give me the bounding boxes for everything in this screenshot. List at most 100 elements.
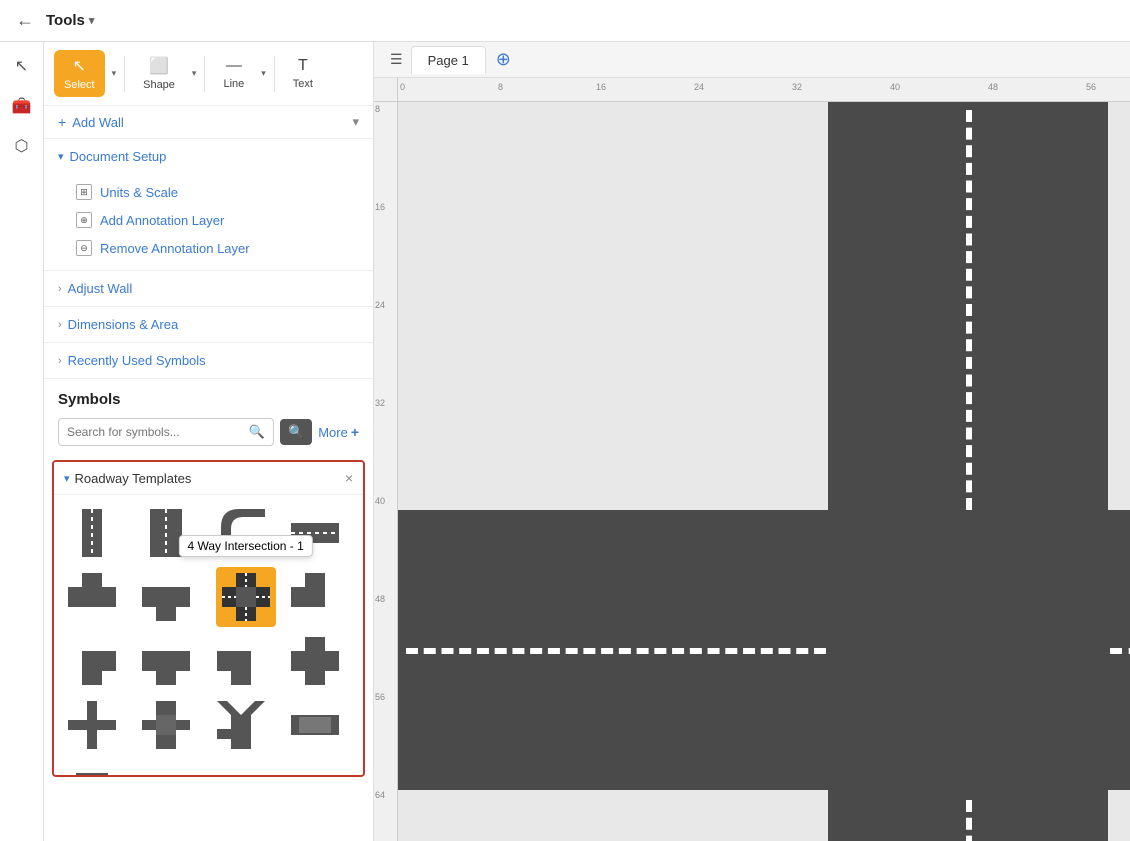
units-scale-icon: ⊞ [76, 184, 92, 200]
roadway-header: ▾ Roadway Templates × [54, 462, 363, 495]
roadway-item-t-top-right[interactable] [211, 631, 271, 691]
roadway-item-intersection-wrap: 4 Way Intersection - 1 [211, 567, 281, 627]
line-icon: — [226, 57, 242, 75]
select-caret: ▾ [112, 68, 117, 79]
ruler-corner [374, 78, 398, 102]
shape-label: Shape [143, 79, 175, 91]
roadway-item-diagonal[interactable] [211, 695, 271, 755]
ruler-h-tick-48: 48 [988, 82, 998, 92]
symbols-section: Symbols 🔍 🔍 More + [44, 379, 373, 452]
page-add-button[interactable]: ⊕ [490, 47, 517, 72]
roadway-item-t-right[interactable] [285, 567, 345, 627]
symbols-title: Symbols [58, 391, 359, 408]
briefcase-icon[interactable]: 🧰 [6, 90, 38, 122]
search-button[interactable]: 🔍 [280, 419, 312, 445]
ruler-v-tick-48: 48 [375, 594, 385, 604]
tools-caret: ▾ [89, 14, 95, 27]
units-scale-item[interactable]: ⊞ Units & Scale [72, 178, 359, 206]
add-annotation-item[interactable]: ⊕ Add Annotation Layer [72, 206, 359, 234]
roadway-item-t-down[interactable] [136, 567, 196, 627]
adjust-wall-header[interactable]: › Adjust Wall [44, 271, 373, 306]
main-layout: ↖ 🧰 ⬡ ↖ Select ▾ ⬜ Shape ▾ — Line ▾ [0, 42, 1130, 841]
page-menu-button[interactable]: ☰ [386, 47, 407, 72]
more-button[interactable]: More + [318, 424, 359, 440]
road-center-line-v [966, 110, 972, 510]
line-tool-button[interactable]: — Line [213, 51, 254, 96]
roadway-item-r2[interactable] [136, 503, 196, 563]
divider-1 [124, 56, 125, 92]
roadway-item-intersection[interactable] [216, 567, 276, 627]
road-center-line-v-bottom [966, 800, 972, 841]
ruler-h-tick-16: 16 [596, 82, 606, 92]
top-bar: ← Tools ▾ [0, 0, 1130, 42]
dimensions-title: Dimensions & Area [68, 317, 179, 332]
recently-used-header[interactable]: › Recently Used Symbols [44, 343, 373, 378]
dimensions-caret: › [58, 319, 62, 331]
recently-used-title: Recently Used Symbols [68, 353, 206, 368]
ruler-h-tick-56: 56 [1086, 82, 1096, 92]
roadway-item-cross-small[interactable] [62, 695, 122, 755]
ruler-v-tick-24: 24 [375, 300, 385, 310]
ruler-horizontal: 08162432404856 [398, 78, 1130, 102]
dimensions-area-header[interactable]: › Dimensions & Area [44, 307, 373, 342]
cylinder-icon[interactable]: ⬡ [6, 130, 38, 162]
roadway-item-t-left[interactable] [62, 567, 122, 627]
ruler-v-tick-32: 32 [375, 398, 385, 408]
road-center-block [828, 510, 1108, 790]
remove-annotation-label: Remove Annotation Layer [100, 241, 250, 256]
roadway-item-t-top-left[interactable] [62, 631, 122, 691]
tools-title[interactable]: Tools ▾ [46, 12, 94, 29]
ruler-h-tick-40: 40 [890, 82, 900, 92]
ruler-h-tick-24: 24 [694, 82, 704, 92]
roadway-caret: ▾ [64, 472, 70, 485]
roadway-item-r1[interactable] [62, 503, 122, 563]
page-tab-1[interactable]: Page 1 [411, 46, 486, 74]
text-tool-button[interactable]: T Text [283, 51, 323, 96]
canvas-wrapper: 08162432404856 816243240485664 [374, 78, 1130, 841]
roadway-item-tunnel[interactable] [285, 695, 345, 755]
ruler-v-tick-40: 40 [375, 496, 385, 506]
roadway-item-t-top[interactable] [136, 631, 196, 691]
roadway-item-straight-h[interactable] [285, 503, 345, 563]
canvas-area: ☰ Page 1 ⊕ 08162432404856 81624324048566… [374, 42, 1130, 841]
line-label: Line [223, 78, 244, 90]
ruler-v-tick-8: 8 [375, 104, 380, 114]
recently-used-caret: › [58, 355, 62, 367]
add-annotation-icon: ⊕ [76, 212, 92, 228]
cursor-tool-icon[interactable]: ↖ [6, 50, 38, 82]
ruler-v-tick-56: 56 [375, 692, 385, 702]
roadway-item-cross-med[interactable] [136, 695, 196, 755]
ruler-v-tick-64: 64 [375, 790, 385, 800]
recently-used-section: › Recently Used Symbols [44, 343, 373, 379]
roadway-item-t-bottom[interactable] [285, 631, 345, 691]
select-icon: ↖ [73, 56, 86, 76]
select-tool-button[interactable]: ↖ Select [54, 50, 105, 97]
doc-setup-title: Document Setup [70, 149, 167, 164]
roadway-item-curve[interactable] [211, 503, 271, 563]
toolbar-row: ↖ Select ▾ ⬜ Shape ▾ — Line ▾ T Text [44, 42, 373, 106]
divider-3 [274, 56, 275, 92]
roadway-panel: ▾ Roadway Templates × [52, 460, 365, 777]
search-input[interactable] [67, 425, 243, 439]
text-icon: T [298, 57, 308, 75]
adjust-wall-caret: › [58, 283, 62, 295]
page-tabs: ☰ Page 1 ⊕ [374, 42, 1130, 78]
panel-scroll[interactable]: + Add Wall ▾ ▾ Document Setup ⊞ Units & … [44, 106, 373, 841]
roadway-item-small-road[interactable] [62, 759, 122, 775]
roadway-grid: 4 Way Intersection - 1 [54, 495, 363, 775]
shape-icon: ⬜ [149, 56, 169, 76]
tools-label: Tools [46, 12, 85, 29]
remove-annotation-item[interactable]: ⊖ Remove Annotation Layer [72, 234, 359, 262]
road-dash-h-left [406, 648, 826, 654]
add-wall-label: Add Wall [72, 115, 124, 130]
shape-tool-button[interactable]: ⬜ Shape [133, 50, 185, 97]
back-button[interactable]: ← [12, 6, 38, 35]
add-wall-row[interactable]: + Add Wall ▾ [44, 106, 373, 139]
dimensions-area-section: › Dimensions & Area [44, 307, 373, 343]
document-setup-body: ⊞ Units & Scale ⊕ Add Annotation Layer ⊖… [44, 174, 373, 270]
document-setup-header[interactable]: ▾ Document Setup [44, 139, 373, 174]
roadway-close-button[interactable]: × [345, 470, 353, 486]
add-wall-expand-icon: ▾ [352, 114, 359, 130]
canvas-content[interactable] [398, 102, 1130, 841]
remove-annotation-icon: ⊖ [76, 240, 92, 256]
